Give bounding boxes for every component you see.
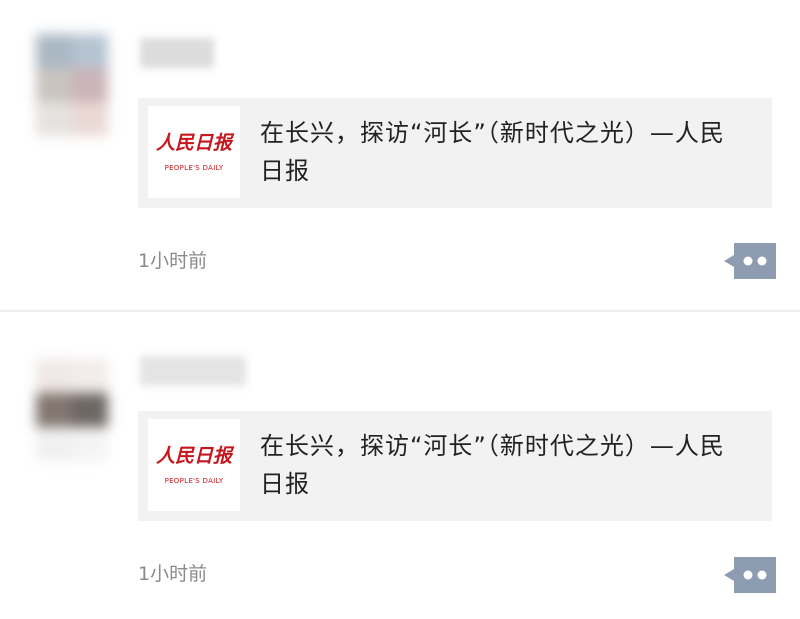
avatar[interactable] — [28, 28, 112, 136]
post-divider — [0, 310, 800, 312]
article-headline: 在长兴，探访“河长”（新时代之光）—人民日报 — [260, 119, 725, 185]
more-dots-icon — [724, 243, 776, 279]
peoples-daily-logo-text: 人民日报 — [155, 445, 232, 467]
feed-post: 人民日报 PEOPLE'S DAILY 在长兴，探访“河长”（新时代之光）—人民… — [0, 0, 800, 306]
post-timestamp: 1小时前 — [138, 563, 208, 585]
article-headline: 在长兴，探访“河长”（新时代之光）—人民日报 — [260, 432, 725, 498]
avatar[interactable] — [28, 353, 112, 461]
user-name-redacted[interactable] — [140, 38, 214, 68]
peoples-daily-logo-subtitle: PEOPLE'S DAILY — [164, 477, 224, 485]
shared-article-card[interactable]: 人民日报 PEOPLE'S DAILY 在长兴，探访“河长”（新时代之光）—人民… — [138, 98, 772, 208]
peoples-daily-logo-text: 人民日报 — [155, 132, 232, 154]
user-name-redacted[interactable] — [140, 356, 246, 386]
peoples-daily-logo-subtitle: PEOPLE'S DAILY — [164, 164, 224, 172]
article-thumbnail: 人民日报 PEOPLE'S DAILY — [148, 106, 240, 198]
feed-post: 人民日报 PEOPLE'S DAILY 在长兴，探访“河长”（新时代之光）—人民… — [0, 313, 800, 619]
shared-article-card[interactable]: 人民日报 PEOPLE'S DAILY 在长兴，探访“河长”（新时代之光）—人民… — [138, 411, 772, 521]
post-timestamp: 1小时前 — [138, 250, 208, 272]
article-thumbnail: 人民日报 PEOPLE'S DAILY — [148, 419, 240, 511]
more-dots-icon — [724, 557, 776, 593]
more-options-button[interactable] — [724, 243, 776, 279]
more-options-button[interactable] — [724, 557, 776, 593]
